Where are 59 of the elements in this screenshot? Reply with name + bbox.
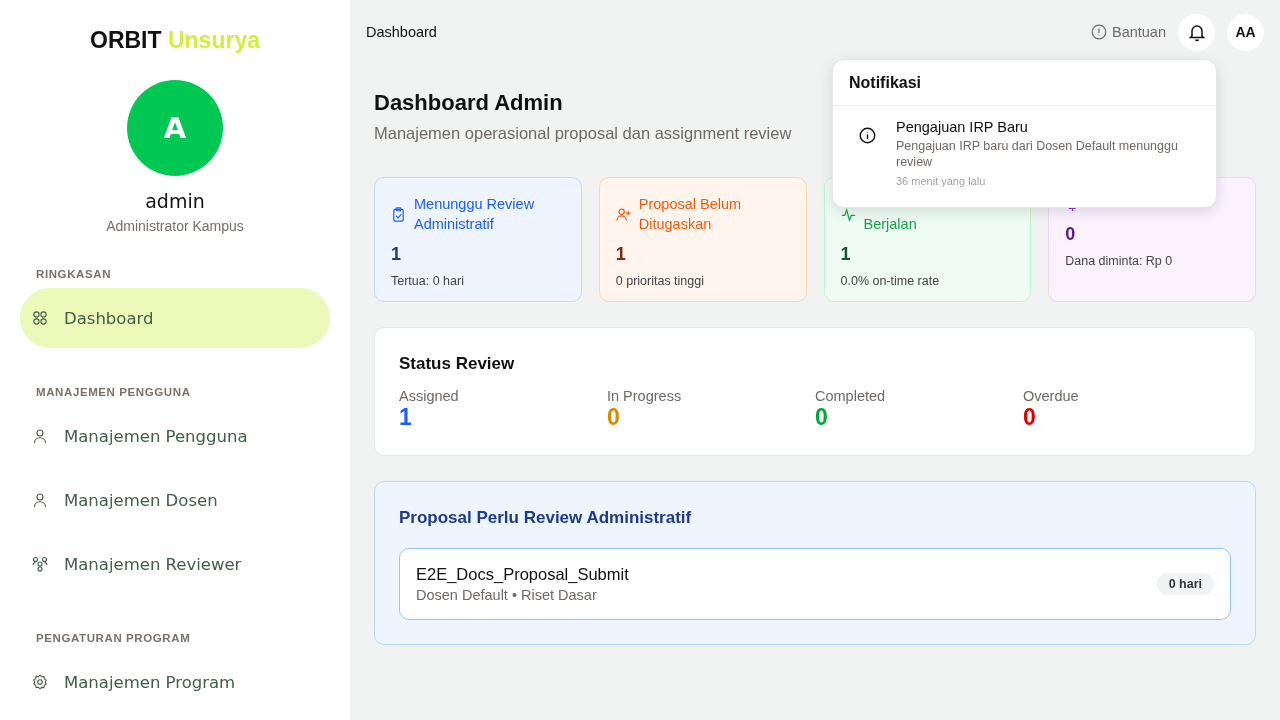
notification-body: Pengajuan IRP baru dari Dosen Default menunggu review bbox=[896, 138, 1179, 170]
user-icon bbox=[32, 492, 48, 508]
card-note: 0.0% on-time rate bbox=[840, 274, 941, 288]
profile-name: admin bbox=[145, 190, 205, 212]
panel-title: Status Review bbox=[399, 354, 516, 374]
app-logo: ORBIT Unsurya bbox=[90, 26, 260, 54]
profile-avatar: A bbox=[127, 80, 223, 176]
help-link[interactable]: Bantuan bbox=[1090, 24, 1166, 40]
card-value: 1 bbox=[615, 244, 627, 265]
card-value: 0 bbox=[1065, 224, 1077, 245]
card-note: Tertua: 0 hari bbox=[391, 274, 465, 288]
clipboard-icon bbox=[391, 206, 406, 222]
card-note: 0 prioritas tinggi bbox=[615, 274, 705, 288]
activity-icon bbox=[840, 206, 856, 222]
notification-item[interactable]: Pengajuan IRP Baru Pengajuan IRP baru dari Dosen Default menunggu review 36 menit yang lalu bbox=[833, 106, 1216, 207]
card-title: Menunggu Review Administratif bbox=[414, 195, 536, 234]
age-badge: 0 hari bbox=[1156, 573, 1214, 595]
notification-time: 36 menit yang lalu bbox=[896, 175, 987, 187]
user-avatar[interactable]: AA bbox=[1227, 13, 1264, 51]
status-count: 0 bbox=[607, 404, 621, 431]
status-count: 0 bbox=[815, 404, 829, 431]
card-value: 1 bbox=[840, 244, 852, 265]
notification-title: Pengajuan IRP Baru bbox=[896, 119, 1029, 135]
sidebar-item[interactable]: Manajemen Dosen bbox=[20, 470, 330, 530]
card-value: 1 bbox=[391, 244, 402, 265]
card-note: Dana diminta: Rp 0 bbox=[1065, 254, 1174, 268]
sidebar-item[interactable]: Manajemen Program bbox=[20, 652, 330, 712]
proposal-meta: Dosen Default • Riset Dasar bbox=[416, 587, 598, 603]
page-title: Dashboard Admin bbox=[374, 90, 564, 116]
settings-icon bbox=[32, 674, 48, 690]
card-title: Proposal Belum Ditugaskan bbox=[638, 195, 743, 234]
user-plus-icon bbox=[615, 206, 631, 222]
users-icon bbox=[32, 556, 48, 572]
sidebar-item[interactable]: Dashboard bbox=[20, 288, 330, 348]
sidebar-item[interactable]: Manajemen Reviewer bbox=[20, 534, 330, 594]
profile-role: Administrator Kampus bbox=[106, 218, 244, 234]
card-title: Berjalan bbox=[863, 215, 917, 234]
info-icon bbox=[859, 127, 876, 144]
status-label: Assigned bbox=[399, 388, 460, 404]
alert-icon bbox=[1090, 24, 1107, 40]
breadcrumb: Dashboard bbox=[366, 24, 437, 40]
panel-title: Proposal Perlu Review Administratif bbox=[399, 508, 693, 528]
status-label: Completed bbox=[815, 388, 887, 404]
sidebar-item[interactable]: Manajemen Pengguna bbox=[20, 406, 330, 466]
section-heading: PENGATURAN PROGRAM bbox=[36, 632, 191, 644]
section-heading: RINGKASAN bbox=[36, 268, 112, 280]
status-count: 0 bbox=[1023, 404, 1037, 431]
proposal-title: E2E_Docs_Proposal_Submit bbox=[416, 565, 629, 584]
status-label: Overdue bbox=[1023, 388, 1080, 404]
status-label: In Progress bbox=[607, 388, 683, 404]
status-count: 1 bbox=[399, 404, 413, 431]
bell-icon bbox=[1186, 22, 1207, 42]
popup-title: Notifikasi bbox=[849, 74, 921, 91]
grid-icon bbox=[32, 310, 48, 326]
user-icon bbox=[32, 428, 48, 444]
section-heading: MANAJEMEN PENGGUNA bbox=[36, 386, 191, 398]
proposal-item[interactable]: E2E_Docs_Proposal_Submit Dosen Default • Riset Dasar 0 hari bbox=[399, 548, 1231, 620]
page-subtitle: Manajemen operasional proposal dan assignment review bbox=[374, 124, 792, 143]
notification-button[interactable] bbox=[1178, 13, 1215, 51]
